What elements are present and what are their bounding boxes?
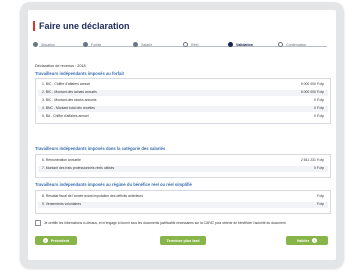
row-value: 0 F.cfp: [314, 106, 324, 110]
declaration-year: Déclaration de revenus : 2018: [35, 64, 86, 68]
previous-button-label: Précédent: [50, 238, 70, 243]
step-validation: Validation: [228, 42, 253, 47]
row-label: 6. Rémunération annuelle: [42, 158, 81, 162]
step-dot-icon: [133, 42, 138, 47]
step-dot-icon: [83, 42, 88, 47]
forfait-table: 1. BIC - Chiffre d'affaires annuel 5 000…: [35, 78, 331, 124]
previous-button[interactable]: ‹ Précédent: [35, 236, 77, 245]
attestation-checkbox[interactable]: [35, 220, 41, 226]
progress-steps: Situation Forfait Salarié Réel Validatio…: [33, 42, 333, 52]
salaries-table: 6. Rémunération annuelle 2 541 231 F.cfp…: [35, 154, 331, 178]
row-value: F.cfp: [316, 194, 324, 198]
row-label: 7. Montant des frais professionnels réel…: [42, 166, 115, 170]
page-title: Faire une déclaration: [33, 21, 130, 31]
step-dot-icon: [278, 42, 283, 47]
row-label: 3. BIC - Montant des stocks annuels: [42, 98, 97, 102]
row-label: 5. BA - Chiffre d'affaires annuel: [42, 114, 89, 118]
step-label: Confirmation: [286, 42, 307, 47]
row-value: 5 000 000 F.cfp: [300, 82, 324, 86]
row-label: 9. Versements volontaires: [42, 202, 82, 206]
row-label: 8. Résultat fiscal de l'année avant impu…: [42, 194, 144, 198]
save-later-button[interactable]: Terminer plus tard: [160, 236, 206, 245]
table-row: 4. BNC - Montant total des recettes 0 F.…: [38, 106, 328, 112]
row-value: 0 F.cfp: [314, 166, 324, 170]
step-reel: Réel: [183, 42, 198, 47]
step-dot-icon: [228, 42, 233, 47]
row-value: 6 000 000 F.cfp: [300, 90, 324, 94]
row-value: 0 F.cfp: [314, 114, 324, 118]
submit-button-label: Valider: [296, 238, 310, 243]
device-frame: Faire une déclaration Situation Forfait …: [20, 2, 344, 268]
arrow-right-icon: ›: [312, 238, 318, 243]
row-value: 0 F.cfp: [314, 98, 324, 102]
attestation: Je certifie les informations ci-dessus, …: [35, 220, 329, 226]
row-label: 4. BNC - Montant total des recettes: [42, 106, 95, 110]
step-forfait[interactable]: Forfait: [83, 42, 101, 47]
row-value: F.cfp: [316, 202, 324, 206]
step-situation[interactable]: Situation: [33, 42, 55, 47]
table-row: 6. Rémunération annuelle 2 541 231 F.cfp: [42, 158, 324, 164]
section-title-reel: Travailleurs indépendants imposés au rég…: [35, 182, 192, 187]
step-dot-icon: [33, 42, 38, 47]
attestation-text: Je certifie les informations ci-dessus, …: [44, 221, 287, 225]
save-later-button-label: Terminer plus tard: [166, 238, 200, 243]
step-salarie[interactable]: Salarié: [133, 42, 152, 47]
reel-table: 8. Résultat fiscal de l'année avant impu…: [35, 190, 331, 214]
table-row: 9. Versements volontaires F.cfp: [38, 202, 328, 208]
step-label: Réel: [191, 42, 199, 47]
photo-background: Faire une déclaration Situation Forfait …: [0, 0, 352, 276]
table-row: 3. BIC - Montant des stocks annuels 0 F.…: [42, 98, 324, 104]
table-row: 7. Montant des frais professionnels réel…: [38, 166, 328, 172]
row-label: 1. BIC - Chiffre d'affaires annuel: [42, 82, 91, 86]
submit-button[interactable]: Valider ›: [286, 236, 328, 245]
step-confirmation: Confirmation: [278, 42, 306, 47]
row-value: 2 541 231 F.cfp: [300, 158, 324, 162]
row-label: 2. BIC - Montant des achats annuels: [42, 90, 97, 94]
table-row: 1. BIC - Chiffre d'affaires annuel 5 000…: [42, 82, 324, 88]
table-row: 2. BIC - Montant des achats annuels 6 00…: [38, 90, 328, 96]
step-label: Validation: [236, 42, 253, 47]
section-title-forfait: Travailleurs indépendants imposés au for…: [35, 71, 124, 76]
table-row: 5. BA - Chiffre d'affaires annuel 0 F.cf…: [42, 114, 324, 120]
section-title-salaries: Travailleurs indépendants imposés dans l…: [35, 146, 166, 151]
app-screen: Faire une déclaration Situation Forfait …: [28, 10, 336, 260]
table-row: 8. Résultat fiscal de l'année avant impu…: [42, 194, 324, 200]
step-label: Forfait: [91, 42, 102, 47]
step-dot-icon: [183, 42, 188, 47]
step-label: Salarié: [141, 42, 153, 47]
arrow-left-icon: ‹: [42, 238, 48, 243]
step-label: Situation: [41, 42, 55, 47]
